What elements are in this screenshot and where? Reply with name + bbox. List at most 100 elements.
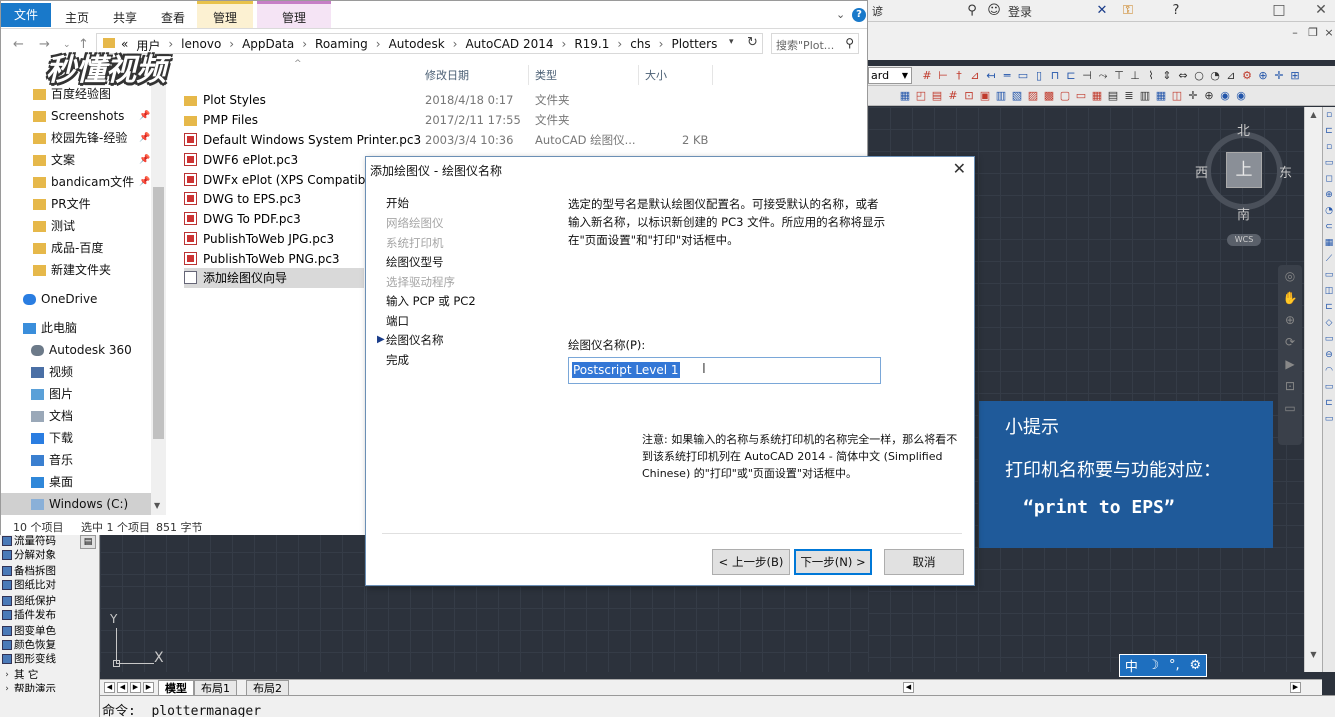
nav-item[interactable]: Screenshots 📌 xyxy=(1,105,151,127)
dim-icon[interactable]: ▯ xyxy=(1032,68,1046,83)
drawing-vertical-scrollbar[interactable]: ▲ ▼ xyxy=(1304,107,1322,672)
lock-icon[interactable]: ⚿ xyxy=(1120,3,1136,19)
tool-icon[interactable]: ▤ xyxy=(930,88,944,103)
tab-home[interactable]: 主页 xyxy=(65,9,89,26)
breadcrumb-item[interactable]: Plotters xyxy=(671,37,717,54)
viewcube-south[interactable]: 南 xyxy=(1237,204,1250,223)
first-tab-icon[interactable]: ◀ xyxy=(104,682,115,693)
punctuation-icon[interactable]: °, xyxy=(1169,658,1180,673)
nav-item[interactable]: PR文件 xyxy=(1,193,151,215)
nav-item[interactable]: 文案 📌 xyxy=(1,149,151,171)
tool-icon[interactable]: ◫ xyxy=(1170,88,1184,103)
address-bar[interactable]: « 用户 › lenovo › AppData › Roaming › Autodesk… xyxy=(96,33,763,54)
plugin-item[interactable]: 图纸比对 xyxy=(0,578,99,592)
pin-icon[interactable]: 📌 xyxy=(139,149,150,171)
scroll-left-icon[interactable]: ◀ xyxy=(903,682,914,693)
user-icon[interactable]: ☺ xyxy=(986,3,1002,19)
zoom-window-icon[interactable]: ▭ xyxy=(1278,397,1302,419)
tool-icon[interactable]: ◉ xyxy=(1218,88,1232,103)
tool-icon[interactable]: ▭ xyxy=(1323,267,1335,283)
prev-tab-icon[interactable]: ◀ xyxy=(117,682,128,693)
plugin-item[interactable]: 插件发布 xyxy=(0,608,99,622)
tool-icon[interactable]: ▣ xyxy=(978,88,992,103)
dim-icon[interactable]: ⊣ xyxy=(1080,68,1094,83)
dim-icon[interactable]: ○ xyxy=(1192,68,1206,83)
scroll-down-icon[interactable]: ▼ xyxy=(154,501,160,510)
back-button[interactable]: < 上一步(B) xyxy=(712,549,790,575)
viewcube-east[interactable]: 东 xyxy=(1279,162,1292,181)
dim-icon[interactable]: ═ xyxy=(1000,68,1014,83)
dim-icon[interactable]: ⌇ xyxy=(1144,68,1158,83)
tool-icon[interactable]: ▢ xyxy=(1058,88,1072,103)
autocad-search-fragment[interactable]: 谚 xyxy=(872,3,883,19)
dim-icon[interactable]: ◔ xyxy=(1208,68,1222,83)
column-header-size[interactable]: 大小 xyxy=(645,67,667,83)
column-header-type[interactable]: 类型 xyxy=(535,67,557,83)
orbit-icon[interactable]: ⟳ xyxy=(1278,331,1302,353)
plugin-item[interactable]: 分解对象 xyxy=(0,548,99,562)
column-divider[interactable] xyxy=(712,65,713,85)
dim-icon[interactable]: ⊞ xyxy=(1288,68,1302,83)
tab-view[interactable]: 查看 xyxy=(161,9,185,26)
help-icon[interactable]: ? xyxy=(852,8,866,22)
tool-icon[interactable]: ◻ xyxy=(1323,171,1335,187)
breadcrumb-item[interactable]: R19.1 xyxy=(574,37,609,54)
nav-item-onedrive[interactable]: OneDrive xyxy=(1,288,151,310)
breadcrumb-item[interactable]: AutoCAD 2014 xyxy=(465,37,553,54)
zoom-icon[interactable]: ⊕ xyxy=(1278,309,1302,331)
dim-icon[interactable]: ⊢ xyxy=(936,68,950,83)
tool-icon[interactable]: ▦ xyxy=(1154,88,1168,103)
dim-icon[interactable]: ⊤ xyxy=(1112,68,1126,83)
column-divider[interactable] xyxy=(528,65,529,85)
pan-icon[interactable]: ✋ xyxy=(1278,287,1302,309)
nav-item-selected[interactable]: Windows (C:) xyxy=(1,493,151,515)
dim-icon[interactable]: ⊓ xyxy=(1048,68,1062,83)
tab-manage-drive[interactable]: 管理 xyxy=(197,1,253,28)
next-button[interactable]: 下一步(N) > xyxy=(794,549,872,575)
tool-icon[interactable]: ◇ xyxy=(1323,315,1335,331)
wcs-menu[interactable]: WCS xyxy=(1227,234,1261,246)
plugin-item[interactable]: 图纸保护 xyxy=(0,594,99,608)
dim-icon[interactable]: ⊿ xyxy=(968,68,982,83)
gear-icon[interactable]: ⚙ xyxy=(1189,658,1201,673)
nav-item[interactable]: 文档 xyxy=(1,405,151,427)
ime-mode-label[interactable]: 中 xyxy=(1125,656,1138,675)
tool-icon[interactable]: ⊖ xyxy=(1323,347,1335,363)
breadcrumb-item[interactable]: chs xyxy=(630,37,650,54)
dim-icon[interactable]: ⇔ xyxy=(1176,68,1190,83)
plotter-name-input[interactable]: Postscript Level 1 I xyxy=(568,357,881,384)
nav-item[interactable]: 下载 xyxy=(1,427,151,449)
scroll-right-icon[interactable]: ▶ xyxy=(1290,682,1301,693)
column-divider[interactable] xyxy=(638,65,639,85)
close-icon[interactable]: ✕ xyxy=(953,159,966,178)
zoom-extents-icon[interactable]: ⊡ xyxy=(1278,375,1302,397)
plugin-item[interactable]: › 其 它 xyxy=(0,668,99,682)
tool-icon[interactable]: ⟋ xyxy=(1323,251,1335,267)
nav-item[interactable]: bandicam文件 📌 xyxy=(1,171,151,193)
steering-wheel-icon[interactable]: ◎ xyxy=(1278,265,1302,287)
tool-icon[interactable]: ≣ xyxy=(1122,88,1136,103)
hash-icon[interactable]: # xyxy=(920,68,934,83)
tool-icon[interactable]: ⊕ xyxy=(1202,88,1216,103)
dim-icon[interactable]: ▭ xyxy=(1016,68,1030,83)
tool-icon[interactable]: ⊡ xyxy=(962,88,976,103)
nav-item[interactable]: 图片 xyxy=(1,383,151,405)
tool-icon[interactable]: ◫ xyxy=(1323,283,1335,299)
scroll-down-icon[interactable]: ▼ xyxy=(1305,647,1322,663)
chevron-down-icon[interactable]: ▾ xyxy=(729,37,734,47)
tool-icon[interactable]: ▫ xyxy=(1323,139,1335,155)
next-tab-icon[interactable]: ▶ xyxy=(130,682,141,693)
dim-icon[interactable]: ⚙ xyxy=(1240,68,1254,83)
tab-file[interactable]: 文件 xyxy=(1,3,51,27)
restore-icon[interactable]: ❐ xyxy=(1306,26,1320,40)
login-link[interactable]: 登录 xyxy=(1008,3,1032,20)
dim-icon[interactable]: ✛ xyxy=(1272,68,1286,83)
nav-item[interactable]: 校园先锋-经验 📌 xyxy=(1,127,151,149)
back-arrow-icon[interactable]: ← xyxy=(13,37,24,52)
autocad-restore-button[interactable]: □ xyxy=(1258,0,1300,22)
refresh-icon[interactable]: ↻ xyxy=(747,35,758,50)
plugin-item[interactable]: 图变单色 xyxy=(0,624,99,638)
viewcube[interactable]: 上 北 南 东 西 WCS xyxy=(1195,118,1295,248)
viewcube-north[interactable]: 北 xyxy=(1237,120,1250,139)
ime-toolbar[interactable]: 中 ☽ °, ⚙ xyxy=(1119,654,1207,677)
